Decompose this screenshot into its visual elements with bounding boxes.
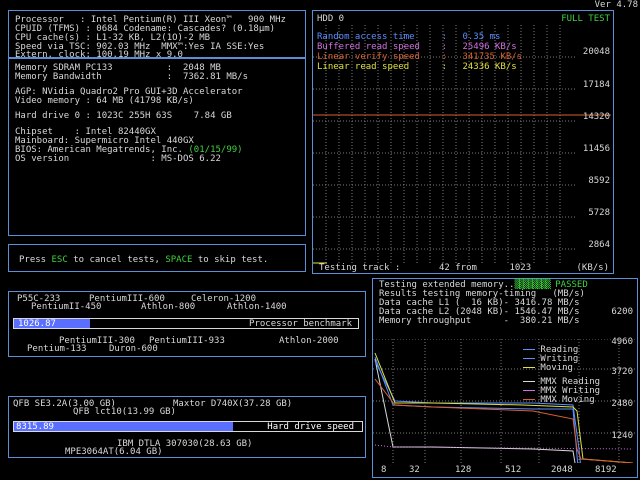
testing-track-value: 42 from 1023 — [439, 263, 532, 273]
buffered-read-value: 25496 KB/s — [462, 42, 517, 52]
hdd-title: HDD 0 — [317, 14, 345, 24]
linear-read-row: Linear read speed : 24336 KB/s — [317, 62, 522, 72]
hdd-y-tick: 11456 — [582, 144, 610, 154]
hdd-y-tick: 17184 — [582, 80, 610, 90]
hdd-bench-bar: 8315.89 Hard drive speed — [13, 421, 363, 432]
hdd-y-tick: 20048 — [582, 47, 610, 57]
cpu-ref-label: PentiumIII-933 — [149, 336, 225, 346]
random-access-row: Random access time : 0.35 ms — [317, 32, 522, 42]
linear-read-value: 24336 KB/s — [462, 62, 517, 72]
legend-swatch — [523, 349, 535, 350]
hdd-chart-panel: HDD 0 FULL TEST Random access time : 0.3… — [312, 10, 614, 274]
hint-panel: Press ESC to cancel tests, SPACE to skip… — [8, 244, 306, 272]
hint-mid: to cancel tests, — [67, 255, 166, 265]
cpu-ref-label: Athlon-800 — [141, 302, 196, 312]
kbs-unit-label: (KB/s) — [576, 263, 609, 273]
hdd-ref-label: Maxtor D740X(37.28 GB) — [173, 399, 293, 409]
video-memory-line: Video memory : 64 MB (41798 KB/s) — [15, 96, 194, 106]
random-access-value: 0.35 ms — [462, 32, 501, 42]
hdd-stats: Random access time : 0.35 ms Buffered re… — [317, 32, 522, 72]
legend-swatch — [523, 381, 535, 382]
memory-bandwidth-line: Memory Bandwidth : 7362.81 MB/s — [15, 72, 248, 82]
hard-drive-line: Hard drive 0 : 1023C 255H 63S 7.84 GB — [15, 111, 232, 121]
legend-swatch — [523, 367, 535, 368]
hint-text: Press ESC to cancel tests, SPACE to skip… — [19, 255, 268, 265]
legend-mmx-moving: MMX Moving — [523, 395, 595, 405]
mem-x-tick: 8 — [381, 465, 387, 475]
hardware-info-panel: Memory SDRAM PC133 : 2048 MB Memory Band… — [8, 58, 306, 236]
mem-y-top: 6200 — [611, 307, 633, 317]
linear-verify-label: Linear verify speed : — [317, 52, 448, 62]
hdd-y-tick: 2864 — [588, 240, 610, 250]
linear-verify-value: 341735 KB/s — [462, 52, 523, 62]
testing-track-label: Testing track : — [319, 263, 401, 273]
linear-read-label: Linear read speed : — [317, 62, 448, 72]
linear-verify-row: Linear verify speed : 341735 KB/s — [317, 52, 522, 62]
cpu-benchmark-panel: P55C-233 PentiumII-450 PentiumIII-600 At… — [8, 291, 366, 357]
cpu-ref-label: Athlon-1400 — [227, 302, 287, 312]
mem-x-tick: 512 — [505, 465, 522, 475]
mem-x-tick: 32 — [409, 465, 420, 475]
cpu-bench-value: 1026.87 — [18, 319, 56, 329]
random-access-label: Random access time : — [317, 32, 448, 42]
hint-end: to skip test. — [192, 255, 269, 265]
hdd-ref-label: QFB lct10(13.99 GB) — [73, 407, 176, 417]
hint-press: Press — [19, 255, 52, 265]
mem-x-tick: 8192 — [595, 465, 617, 475]
full-test-label: FULL TEST — [561, 14, 610, 24]
version-label: Ver 4.78 — [594, 0, 638, 10]
mem-x-tick: 128 — [455, 465, 472, 475]
legend-label: Moving — [540, 363, 573, 373]
legend-swatch — [523, 358, 535, 359]
mmx-reading-curve — [374, 358, 576, 463]
legend-moving: Moving — [523, 363, 573, 373]
system-info-panel: Processor : Intel Pentium(R) III Xeon™ 9… — [8, 10, 306, 60]
os-version-line: OS version : MS-DOS 6.22 — [15, 154, 221, 164]
hdd-ref-label: MPE3064AT(6.04 GB) — [65, 447, 163, 457]
esc-key: ESC — [51, 255, 68, 265]
legend-swatch — [523, 390, 535, 391]
space-key: SPACE — [165, 255, 193, 265]
memory-chart-svg — [373, 339, 635, 463]
buffered-read-label: Buffered read speed : — [317, 42, 448, 52]
legend-swatch — [523, 399, 535, 400]
hdd-bench-title: Hard drive speed — [267, 422, 354, 432]
mem-x-tick: 2048 — [551, 465, 573, 475]
buffered-read-row: Buffered read speed : 25496 KB/s — [317, 42, 522, 52]
memtest-line5: Memory throughput - 380.21 MB/s — [379, 316, 580, 326]
legend-label: MMX Moving — [540, 395, 595, 405]
hdd-benchmark-panel: QFB SE3.2A(3.00 GB) QFB lct10(13.99 GB) … — [8, 396, 366, 458]
hdd-y-tick: 8592 — [588, 176, 610, 186]
cpu-ref-label: Athlon-2000 — [279, 336, 339, 346]
cpu-bench-bar: 1026.87 Processor benchmark — [13, 318, 359, 329]
hdd-y-tick: 5728 — [588, 208, 610, 218]
cpu-bench-title: Processor benchmark — [249, 319, 352, 329]
hdd-y-tick: 14320 — [582, 112, 610, 122]
memory-test-panel: Testing extended memory..▒▒▒▒▒▒▒▒ PASSED… — [372, 278, 638, 478]
hdd-bench-value: 8315.89 — [16, 422, 54, 432]
